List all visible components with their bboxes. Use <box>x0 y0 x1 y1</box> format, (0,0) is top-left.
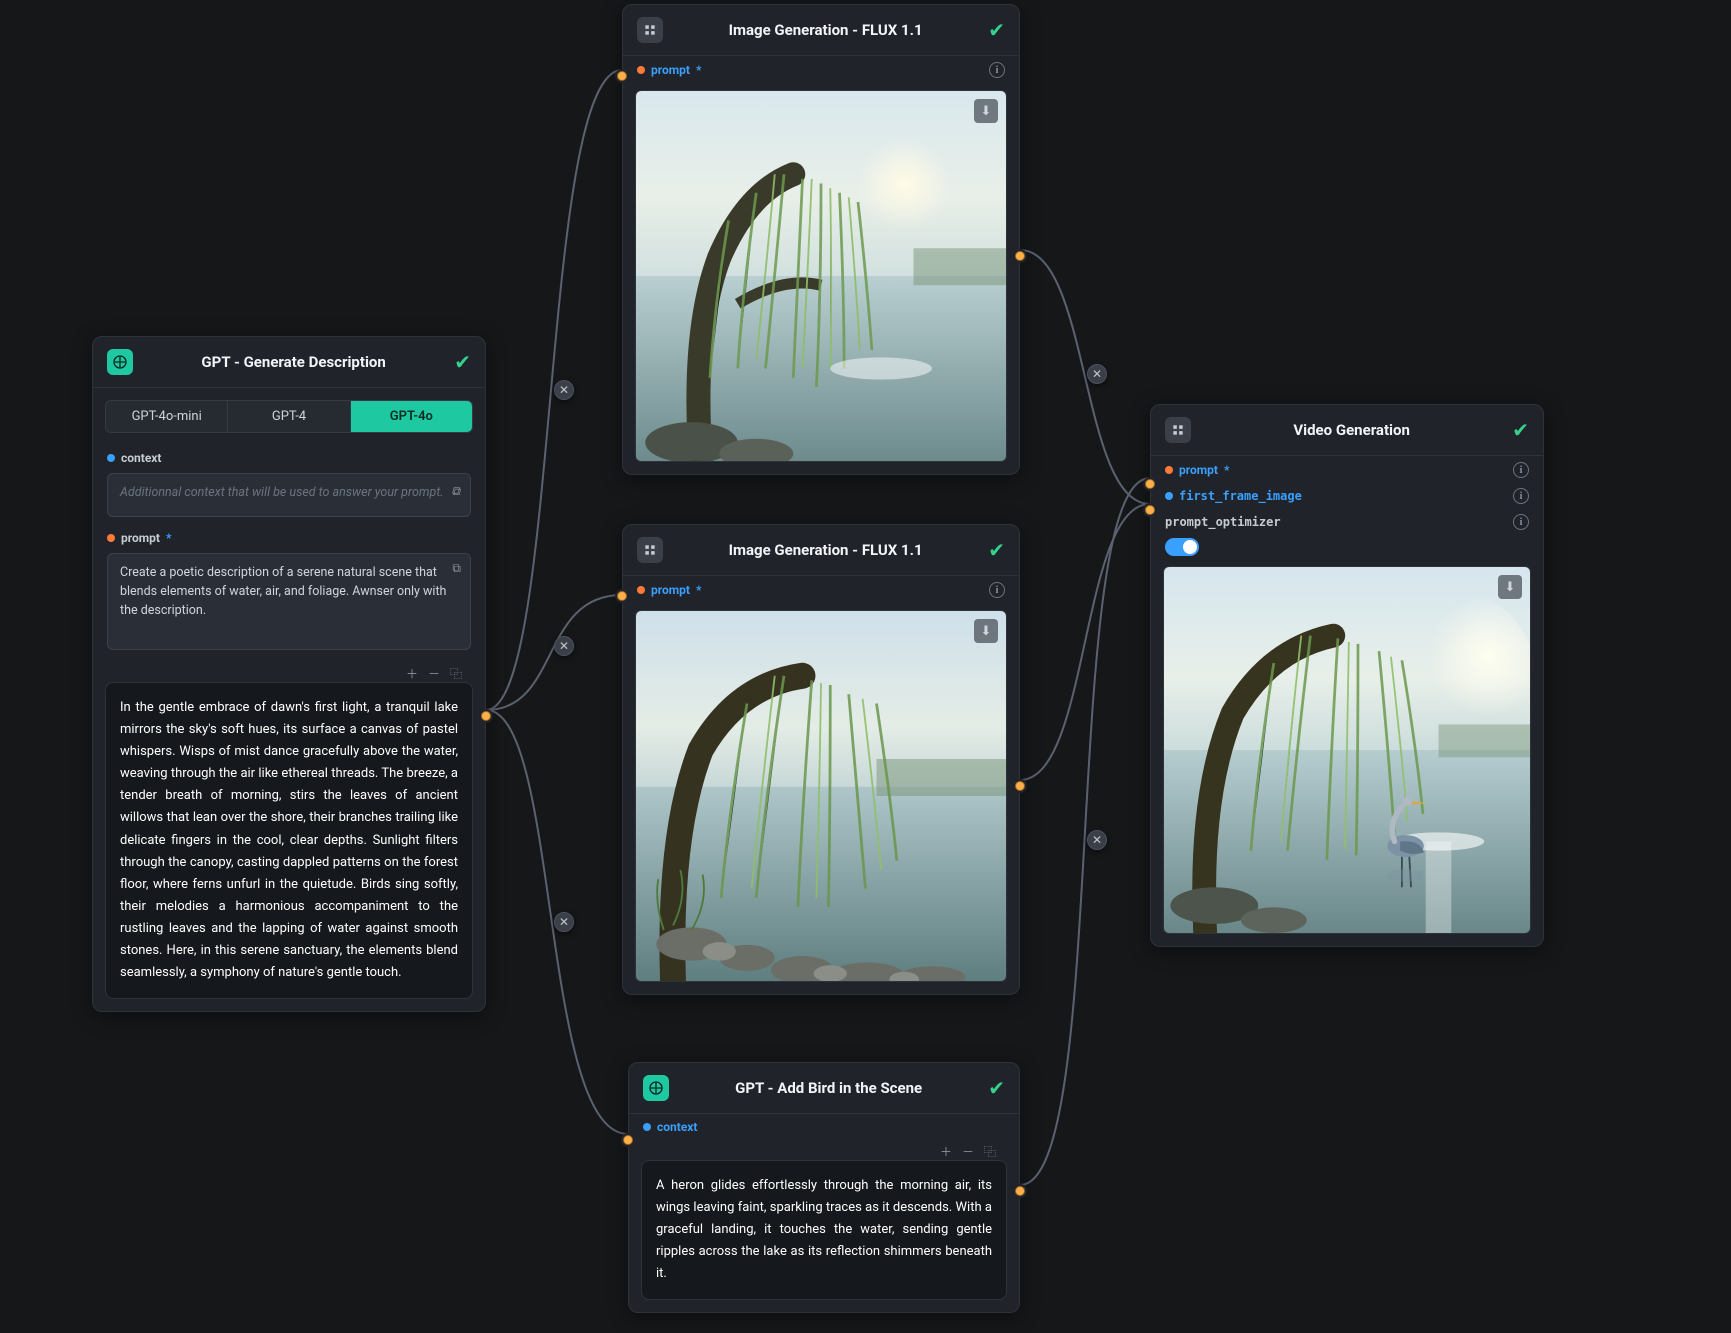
context-input[interactable]: Additionnal context that will be used to… <box>107 473 471 517</box>
prompt-input[interactable] <box>107 553 471 650</box>
check-icon: ✔ <box>988 1078 1005 1098</box>
node-title: Image Generation - FLUX 1.1 <box>675 541 976 559</box>
field-label-prompt: prompt * <box>93 525 485 549</box>
node-gpt-add-bird[interactable]: GPT - Add Bird in the Scene ✔ context ＋ … <box>628 1062 1020 1313</box>
field-label-first-frame: first_frame_image i <box>1151 482 1543 508</box>
port-dot-icon <box>107 534 115 542</box>
download-icon[interactable]: ⬇ <box>974 99 998 123</box>
field-label-prompt: prompt * i <box>1151 456 1543 482</box>
app-icon <box>1165 417 1191 443</box>
check-icon: ✔ <box>1512 420 1529 440</box>
node-video-generation[interactable]: Video Generation ✔ prompt * i first_fram… <box>1150 404 1544 947</box>
node-header[interactable]: Video Generation ✔ <box>1151 405 1543 456</box>
copy-icon[interactable]: ⿻ <box>450 665 462 682</box>
info-icon[interactable]: i <box>989 582 1005 598</box>
check-icon: ✔ <box>454 352 471 372</box>
willow-lake-scene <box>636 91 1006 461</box>
info-icon[interactable]: i <box>1513 488 1529 504</box>
willow-lake-heron-scene <box>1164 567 1530 933</box>
node-output: ＋ － ⿻ A heron glides effortlessly throug… <box>641 1160 1007 1300</box>
gpt-logo-icon <box>643 1075 669 1101</box>
wire-action-button[interactable]: ✕ <box>554 636 574 656</box>
input-port-prompt[interactable] <box>1145 479 1155 489</box>
plus-icon[interactable]: ＋ <box>940 1143 952 1160</box>
port-dot-icon <box>107 454 115 462</box>
input-port-prompt[interactable] <box>617 71 627 81</box>
plus-icon[interactable]: ＋ <box>406 665 418 682</box>
generated-video-preview[interactable]: ⬇ <box>1163 566 1531 934</box>
field-label-optimizer: prompt_optimizer i <box>1151 508 1543 534</box>
close-icon: ✕ <box>1092 367 1102 381</box>
port-dot-icon <box>637 66 645 74</box>
output-port[interactable] <box>481 711 491 721</box>
node-flux-mid[interactable]: Image Generation - FLUX 1.1 ✔ prompt * i… <box>622 524 1020 995</box>
node-header[interactable]: GPT - Generate Description ✔ <box>93 337 485 388</box>
close-icon: ✕ <box>559 383 569 397</box>
external-link-icon[interactable]: ⧉ <box>452 561 461 576</box>
external-link-icon[interactable]: ⧉ <box>451 482 460 500</box>
willow-lake-scene-2 <box>636 611 1006 981</box>
wire-action-button[interactable]: ✕ <box>1087 830 1107 850</box>
output-text: A heron glides effortlessly through the … <box>656 1175 992 1285</box>
tab-gpt-4o[interactable]: GPT-4o <box>351 401 472 432</box>
generated-image[interactable]: ⬇ <box>635 610 1007 982</box>
node-header[interactable]: Image Generation - FLUX 1.1 ✔ <box>623 5 1019 56</box>
download-icon[interactable]: ⬇ <box>974 619 998 643</box>
node-flux-top[interactable]: Image Generation - FLUX 1.1 ✔ prompt * i… <box>622 4 1020 475</box>
model-tabbar: GPT-4o-mini GPT-4 GPT-4o <box>105 400 473 433</box>
tab-gpt-4[interactable]: GPT-4 <box>228 401 350 432</box>
check-icon: ✔ <box>988 20 1005 40</box>
port-dot-icon <box>637 586 645 594</box>
info-icon[interactable]: i <box>989 62 1005 78</box>
wire-action-button[interactable]: ✕ <box>554 912 574 932</box>
input-port-first-frame[interactable] <box>1145 505 1155 515</box>
node-gpt-generate-description[interactable]: GPT - Generate Description ✔ GPT-4o-mini… <box>92 336 486 1012</box>
app-icon <box>637 537 663 563</box>
minus-icon[interactable]: － <box>962 1143 974 1160</box>
input-port-context[interactable] <box>623 1135 633 1145</box>
port-dot-icon <box>1165 466 1173 474</box>
download-icon[interactable]: ⬇ <box>1498 575 1522 599</box>
output-port[interactable] <box>1015 251 1025 261</box>
field-label-prompt: prompt * i <box>623 56 1019 82</box>
prompt-optimizer-toggle[interactable] <box>1165 538 1199 556</box>
output-text: In the gentle embrace of dawn's first li… <box>120 697 458 984</box>
node-title: Image Generation - FLUX 1.1 <box>675 21 976 39</box>
copy-icon[interactable]: ⿻ <box>984 1143 996 1160</box>
port-dot-icon <box>1165 492 1173 500</box>
node-header[interactable]: Image Generation - FLUX 1.1 ✔ <box>623 525 1019 576</box>
output-port[interactable] <box>1015 781 1025 791</box>
wire-action-button[interactable]: ✕ <box>554 380 574 400</box>
node-header[interactable]: GPT - Add Bird in the Scene ✔ <box>629 1063 1019 1114</box>
close-icon: ✕ <box>559 639 569 653</box>
generated-image[interactable]: ⬇ <box>635 90 1007 462</box>
field-label-context: context <box>93 445 485 469</box>
input-port-prompt[interactable] <box>617 591 627 601</box>
output-port[interactable] <box>1015 1186 1025 1196</box>
gpt-logo-icon <box>107 349 133 375</box>
node-output: ＋ － ⿻ In the gentle embrace of dawn's fi… <box>105 682 473 999</box>
check-icon: ✔ <box>988 540 1005 560</box>
field-label-context: context <box>629 1114 1019 1138</box>
wire-action-button[interactable]: ✕ <box>1087 364 1107 384</box>
tab-gpt-4o-mini[interactable]: GPT-4o-mini <box>106 401 228 432</box>
node-title: Video Generation <box>1203 421 1500 439</box>
info-icon[interactable]: i <box>1513 462 1529 478</box>
minus-icon[interactable]: － <box>428 665 440 682</box>
info-icon[interactable]: i <box>1513 514 1529 530</box>
close-icon: ✕ <box>1092 833 1102 847</box>
node-title: GPT - Add Bird in the Scene <box>681 1079 976 1097</box>
app-icon <box>637 17 663 43</box>
toggle-knob <box>1183 540 1197 554</box>
workflow-canvas[interactable]: ✕ ✕ ✕ ✕ ✕ GPT - Generate Description ✔ G… <box>0 0 1731 1333</box>
close-icon: ✕ <box>559 915 569 929</box>
node-title: GPT - Generate Description <box>145 353 442 371</box>
field-label-prompt: prompt * i <box>623 576 1019 602</box>
port-dot-icon <box>643 1123 651 1131</box>
